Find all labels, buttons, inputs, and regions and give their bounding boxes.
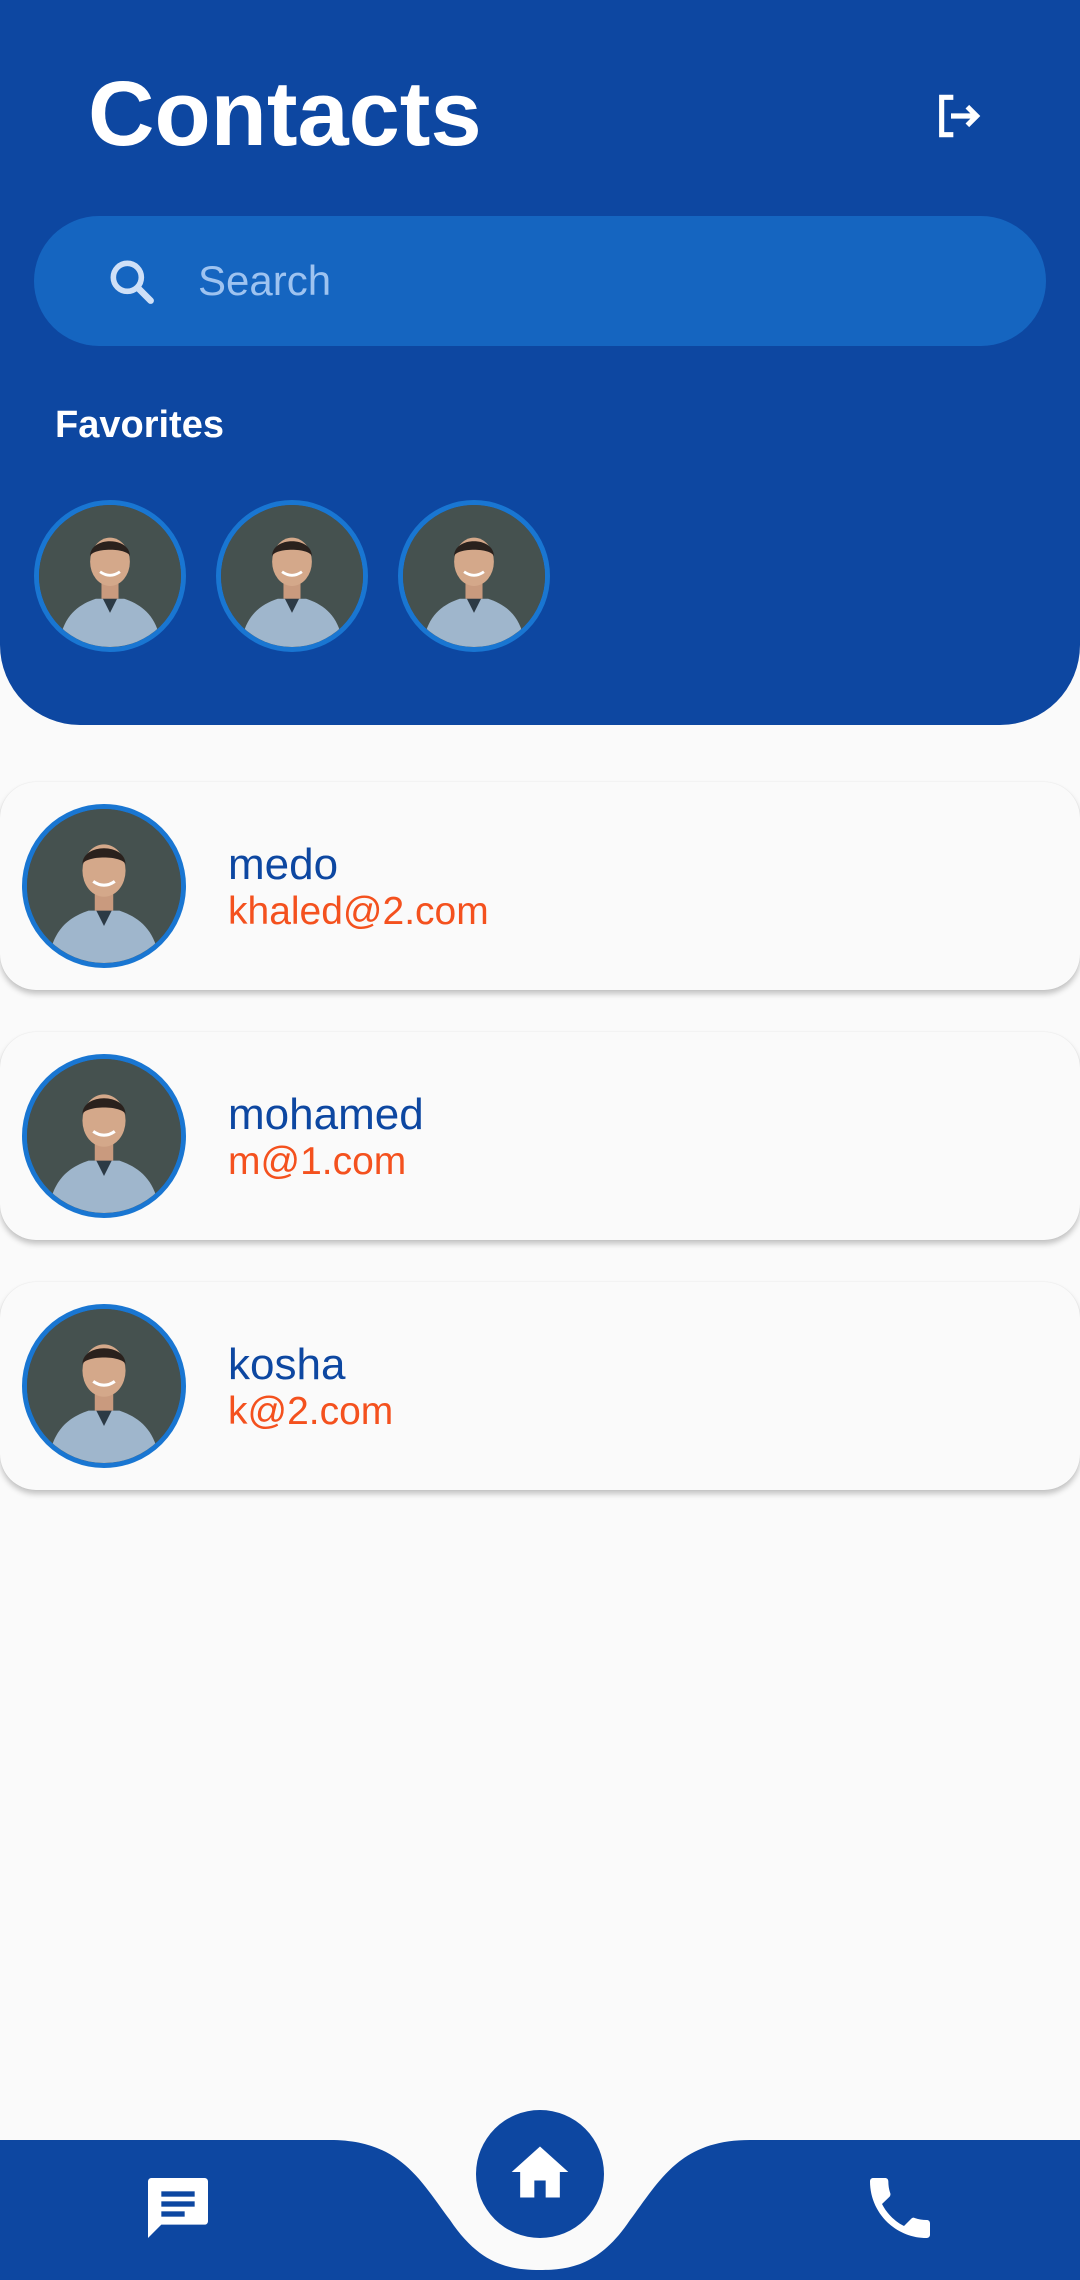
contact-card[interactable]: medo khaled@2.com <box>0 782 1080 990</box>
avatar-photo <box>27 809 181 963</box>
avatar-photo <box>27 1059 181 1213</box>
avatar <box>22 804 186 968</box>
favorites-label: Favorites <box>55 404 224 446</box>
contact-email: k@2.com <box>228 1390 394 1433</box>
avatar-photo <box>221 505 363 647</box>
contact-name: mohamed <box>228 1090 424 1139</box>
contact-card[interactable]: kosha k@2.com <box>0 1282 1080 1490</box>
avatar-photo <box>403 505 545 647</box>
home-icon <box>511 2146 569 2198</box>
home-nav-button[interactable] <box>476 2110 604 2238</box>
phone-nav-button[interactable] <box>860 2168 940 2248</box>
favorites-row <box>34 500 550 652</box>
logout-icon <box>939 94 981 138</box>
phone-icon <box>870 2178 930 2238</box>
header: Contacts Favorites <box>0 0 1080 725</box>
contact-card[interactable]: mohamed m@1.com <box>0 1032 1080 1240</box>
contact-email: khaled@2.com <box>228 890 489 933</box>
search-icon <box>110 260 154 304</box>
chat-icon <box>148 2178 208 2238</box>
logout-button[interactable] <box>930 88 986 144</box>
search-input[interactable] <box>198 241 998 321</box>
avatar <box>22 1054 186 1218</box>
search-bar[interactable] <box>34 216 1046 346</box>
messages-nav-button[interactable] <box>138 2168 218 2248</box>
avatar-photo <box>27 1309 181 1463</box>
favorite-avatar[interactable] <box>216 500 368 652</box>
avatar-photo <box>39 505 181 647</box>
avatar <box>22 1304 186 1468</box>
contact-name: kosha <box>228 1340 346 1389</box>
page-title: Contacts <box>88 63 482 165</box>
contact-email: m@1.com <box>228 1140 407 1183</box>
favorite-avatar[interactable] <box>34 500 186 652</box>
favorite-avatar[interactable] <box>398 500 550 652</box>
contact-name: medo <box>228 840 339 889</box>
